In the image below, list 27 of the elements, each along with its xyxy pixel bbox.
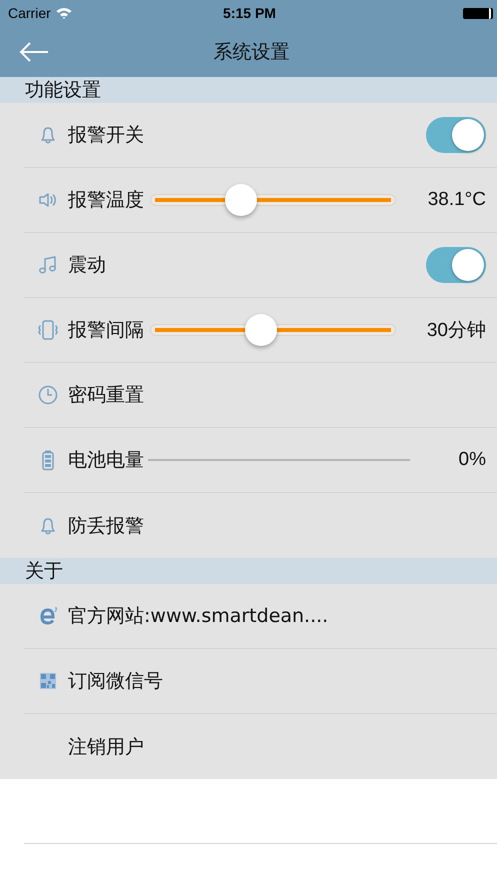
phone-vibrate-icon — [36, 319, 58, 341]
slider-thumb[interactable] — [244, 314, 277, 346]
row-label: 报警间隔 — [68, 318, 144, 343]
battery-icon — [462, 8, 491, 18]
section-header: 功能设置 — [0, 77, 497, 103]
row-label[interactable]: 官方网站:www.smartdean.... — [68, 603, 328, 629]
row-label[interactable]: 订阅微信号 — [68, 668, 163, 694]
clock-icon — [36, 384, 58, 406]
carrier-name: Carrier — [8, 5, 51, 21]
value-text: 0% — [458, 449, 486, 471]
slider-thumb[interactable] — [225, 184, 258, 216]
row-label[interactable]: 密码重置 — [68, 382, 144, 408]
value-text: 30分钟 — [426, 319, 486, 343]
row-label: 报警开关 — [68, 123, 144, 148]
status-time: 5:15 PM — [223, 5, 276, 21]
value-text: 38.1°C — [426, 189, 486, 211]
row-label[interactable]: 注销用户 — [68, 734, 144, 760]
toggle-switch[interactable] — [426, 247, 486, 283]
wifi-icon — [56, 7, 72, 19]
section-header: 关于 — [0, 558, 497, 584]
row-label: 报警温度 — [68, 188, 144, 213]
screen-title: 系统设置 — [214, 40, 290, 64]
music-note-icon — [36, 254, 58, 276]
row-label[interactable]: 防丢报警 — [68, 512, 144, 538]
row-label: 电池电量 — [68, 448, 144, 473]
row-label: 震动 — [68, 253, 106, 278]
toggle-switch[interactable] — [426, 117, 486, 153]
